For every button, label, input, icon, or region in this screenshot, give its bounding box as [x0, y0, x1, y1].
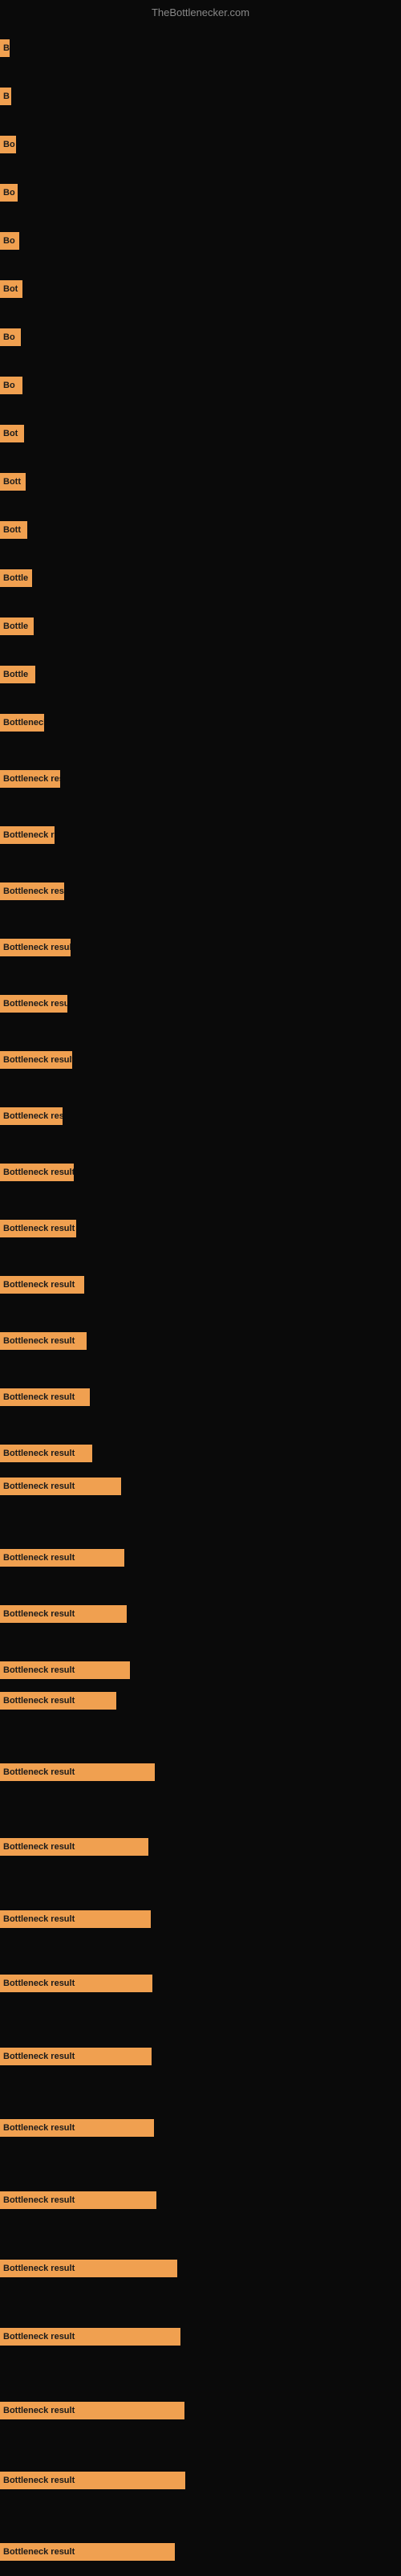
bar-label: Bo — [0, 136, 16, 153]
bar-item: Bottleneck result — [0, 1036, 72, 1084]
bar-label: Bottleneck result — [0, 2328, 180, 2346]
bar-item: Bottle — [0, 554, 32, 602]
bar-item: Bot — [0, 265, 22, 313]
bar-label: Bo — [0, 232, 19, 250]
bar-item: Bottleneck result — [0, 1462, 121, 1510]
bar-item: Bottleneck result — [0, 2104, 154, 2152]
bar-label: Bottleneck result — [0, 1164, 74, 1181]
bar-label: Bottleneck result — [0, 1445, 92, 1462]
bar-item: Bottleneck result — [0, 867, 64, 915]
bar-item: Bottleneck result — [0, 2313, 180, 2361]
bar-item: Bott — [0, 458, 26, 506]
bar-item: B — [0, 72, 11, 120]
bar-label: Bottleneck result — [0, 882, 64, 900]
bar-label: Bottleneck r — [0, 826, 55, 844]
bar-item: Bottleneck res — [0, 1092, 63, 1140]
bar-label: Bottleneck result — [0, 1388, 90, 1406]
bar-label: B — [0, 88, 11, 105]
bar-item: Bottleneck result — [0, 2456, 185, 2505]
bar-label: Bottleneck result — [0, 2119, 154, 2137]
bar-item: Bottleneck result — [0, 1959, 152, 2007]
bar-item: Bo — [0, 313, 21, 361]
bar-label: Bottleneck res — [0, 1107, 63, 1125]
bar-item: Bo — [0, 361, 22, 410]
bar-label: Bo — [0, 377, 22, 394]
bar-label: Bot — [0, 425, 24, 442]
bar-label: Bot — [0, 280, 22, 298]
bar-label: Bottleneck result — [0, 1605, 127, 1623]
bar-label: Bottleneck result — [0, 1838, 148, 1856]
bar-label: Bottleneck result — [0, 2191, 156, 2209]
bar-label: Bottleneck result — [0, 2402, 184, 2419]
bar-label: Bottleneck result — [0, 1276, 84, 1294]
bar-item: Bottleneck result — [0, 1823, 148, 1871]
bar-label: Bottle — [0, 618, 34, 635]
bar-label: Bottleneck result — [0, 1549, 124, 1567]
bar-label: Bo — [0, 328, 21, 346]
bar-item: Bottleneck resu — [0, 980, 67, 1028]
bar-label: Bott — [0, 473, 26, 491]
bar-item: Bottleneck result — [0, 1261, 84, 1309]
bar-label: Bottleneck result — [0, 2543, 175, 2561]
bar-label: Bottleneck resu — [0, 995, 67, 1013]
bar-label: Bottleneck result — [0, 1975, 152, 1992]
bar-label: Bottleneck result — [0, 1051, 72, 1069]
bar-label: Bo — [0, 184, 18, 202]
bar-item: Bottleneck r — [0, 811, 55, 859]
bar-label: Bottleneck result — [0, 1763, 155, 1781]
bar-item: Bottle — [0, 650, 35, 699]
bar-item: Bottleneck — [0, 699, 44, 747]
bar-item: Bottleneck result — [0, 1677, 116, 1725]
bar-label: Bottleneck result — [0, 1220, 76, 1237]
bar-label: Bottleneck result — [0, 1910, 151, 1928]
bar-item: Bo — [0, 217, 19, 265]
bar-item: Bottleneck result — [0, 1895, 151, 1943]
bar-label: Bott — [0, 521, 27, 539]
bar-label: Bottleneck result — [0, 2260, 177, 2277]
bar-item: Bott — [0, 506, 27, 554]
bar-item: Bottleneck resu — [0, 755, 60, 803]
bar-item: Bottleneck result — [0, 1148, 74, 1196]
bar-item: Bottleneck result — [0, 923, 71, 972]
bar-item: Bottleneck result — [0, 1534, 124, 1582]
bar-item: Bo — [0, 120, 16, 169]
bar-item: Bot — [0, 410, 24, 458]
bar-label: Bottleneck resu — [0, 770, 60, 788]
bar-item: Bottle — [0, 602, 34, 650]
bar-label: Bottleneck result — [0, 1332, 87, 1350]
bar-item: Bottleneck result — [0, 2528, 175, 2576]
bar-label: Bottleneck — [0, 714, 44, 732]
bar-item: Bo — [0, 169, 18, 217]
bar-item: Bottleneck result — [0, 1373, 90, 1421]
bar-item: Bottleneck result — [0, 1590, 127, 1638]
site-title: TheBottlenecker.com — [152, 6, 249, 18]
bar-label: B — [0, 39, 10, 57]
bar-item: Bottleneck result — [0, 1317, 87, 1365]
bar-label: Bottleneck result — [0, 2048, 152, 2065]
bar-label: Bottleneck result — [0, 939, 71, 956]
bar-item: Bottleneck result — [0, 2032, 152, 2081]
bar-label: Bottleneck result — [0, 1692, 116, 1710]
bar-item: Bottleneck result — [0, 2176, 156, 2224]
bar-item: B — [0, 24, 10, 72]
bar-label: Bottleneck result — [0, 2472, 185, 2489]
bar-item: Bottleneck result — [0, 2244, 177, 2293]
bar-item: Bottleneck result — [0, 1204, 76, 1253]
bar-label: Bottle — [0, 569, 32, 587]
bar-label: Bottle — [0, 666, 35, 683]
bar-item: Bottleneck result — [0, 1748, 155, 1796]
bar-item: Bottleneck result — [0, 2386, 184, 2435]
bar-label: Bottleneck result — [0, 1478, 121, 1495]
